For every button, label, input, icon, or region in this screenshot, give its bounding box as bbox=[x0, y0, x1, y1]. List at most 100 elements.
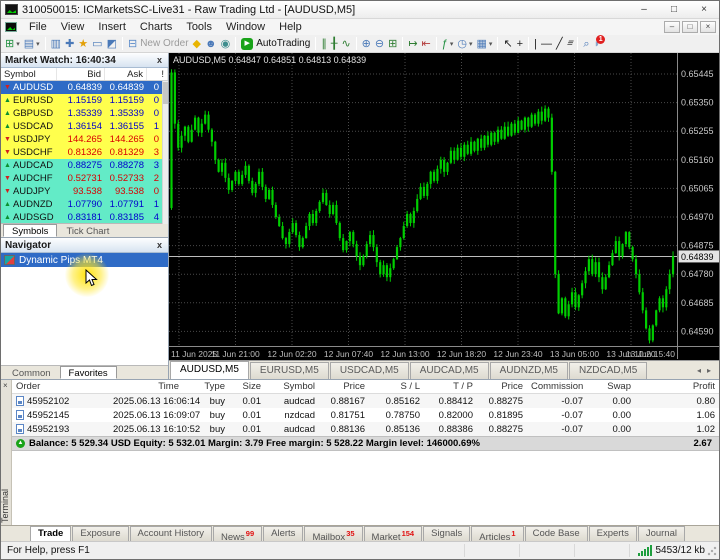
tile-windows-button[interactable]: ⊞ bbox=[386, 36, 399, 52]
market-watch-row[interactable]: ▼ AUDCHF 0.52731 0.52733 2 bbox=[1, 172, 168, 185]
navigator-tab-common[interactable]: Common bbox=[3, 366, 60, 379]
navigator-item[interactable]: Dynamic Pips MT4 bbox=[1, 253, 168, 267]
navigator-toggle[interactable]: ★ bbox=[76, 36, 90, 52]
minimize-button[interactable]: – bbox=[629, 1, 659, 18]
indicators-button[interactable]: ƒ ▾ bbox=[440, 36, 456, 52]
navigator-close-icon[interactable]: x bbox=[155, 240, 164, 250]
price-chart[interactable]: 0.65445 0.65350 0.65255 0.65160 0.65065 0.649… bbox=[169, 53, 720, 360]
orders-col-commission[interactable]: Commission bbox=[527, 381, 587, 392]
child-minimize-button[interactable]: – bbox=[664, 21, 680, 33]
market-watch-row[interactable]: ▼ AUDJPY 93.538 93.538 0 bbox=[1, 185, 168, 198]
resize-grip[interactable] bbox=[706, 545, 718, 557]
cursor-button[interactable]: ↖ bbox=[501, 36, 514, 52]
market-watch-row[interactable]: ▲ AUDCAD 0.88275 0.88278 3 bbox=[1, 159, 168, 172]
scroll-right-icon[interactable]: ▸ bbox=[707, 366, 711, 375]
zoom-in-button[interactable]: ⊕ bbox=[360, 36, 373, 52]
market-watch-scrollbar[interactable] bbox=[162, 81, 168, 224]
menu-insert[interactable]: Insert bbox=[91, 20, 133, 34]
new-chart-button[interactable]: ⊞ ▾ bbox=[3, 36, 22, 52]
market-watch-close-icon[interactable]: x bbox=[155, 55, 164, 65]
line-chart-button[interactable]: ∿ bbox=[339, 36, 352, 52]
mw-col-[interactable]: ! bbox=[147, 68, 168, 80]
profiles-button[interactable]: ▤ ▾ bbox=[22, 36, 42, 52]
orders-col-type[interactable]: Type bbox=[183, 381, 229, 392]
search-button[interactable]: ⌕ bbox=[581, 36, 591, 52]
order-row[interactable]: 45952145 2025.06.13 16:09:07 buy 0.01 nzdcad… bbox=[12, 408, 719, 422]
terminal-tab-market[interactable]: Market154 bbox=[363, 526, 423, 543]
chart-tab-eurusdm5[interactable]: EURUSD,M5 bbox=[249, 362, 329, 379]
terminal-close-icon[interactable]: × bbox=[3, 381, 8, 390]
mw-col-bid[interactable]: Bid bbox=[57, 68, 105, 80]
menu-view[interactable]: View bbox=[54, 20, 92, 34]
orders-col-size[interactable]: Size bbox=[229, 381, 265, 392]
orders-col-price[interactable]: Price bbox=[319, 381, 369, 392]
terminal-tab-mailbox[interactable]: Mailbox35 bbox=[304, 526, 363, 543]
chart-tab-nzdcadm5[interactable]: NZDCAD,M5 bbox=[568, 362, 648, 379]
terminal-tab-trade[interactable]: Trade bbox=[30, 526, 72, 541]
menu-charts[interactable]: Charts bbox=[133, 20, 179, 34]
candlestick-chart-button[interactable]: ╂ bbox=[329, 36, 340, 52]
chart-tab-audusdm5[interactable]: AUDUSD,M5 bbox=[170, 361, 249, 379]
market-watch-toggle[interactable]: ▥ bbox=[49, 36, 63, 52]
terminal-tab-journal[interactable]: Journal bbox=[637, 526, 685, 541]
scroll-left-icon[interactable]: ◂ bbox=[697, 366, 701, 375]
orders-col-symbol[interactable]: Symbol bbox=[265, 381, 319, 392]
market-watch-tab-symbols[interactable]: Symbols bbox=[3, 224, 58, 237]
orders-col-price[interactable]: Price bbox=[477, 381, 527, 392]
mw-col-ask[interactable]: Ask bbox=[105, 68, 147, 80]
crosshair-button[interactable]: + bbox=[515, 36, 525, 52]
menu-help[interactable]: Help bbox=[272, 20, 309, 34]
market-watch-row[interactable]: ▲ EURUSD 1.15159 1.15159 0 bbox=[1, 94, 168, 107]
menu-window[interactable]: Window bbox=[219, 20, 272, 34]
market-watch-row[interactable]: ▼ USDJPY 144.265 144.265 0 bbox=[1, 133, 168, 146]
fibonacci-button[interactable]: ≡ bbox=[565, 36, 575, 52]
orders-col-swap[interactable]: Swap bbox=[587, 381, 635, 392]
autotrading-button[interactable]: ▶ AutoTrading bbox=[239, 36, 312, 52]
market-watch-row[interactable]: ▼ USDCHF 0.81326 0.81329 3 bbox=[1, 146, 168, 159]
chart-shift-button[interactable]: ⇤ bbox=[420, 36, 433, 52]
orders-col-order[interactable]: Order bbox=[12, 381, 109, 392]
orders-col-time[interactable]: Time bbox=[109, 381, 183, 392]
navigator-tab-favorites[interactable]: Favorites bbox=[59, 366, 117, 379]
market-watch-row[interactable]: ▼ AUDUSD 0.64839 0.64839 0 bbox=[1, 81, 168, 94]
templates-button[interactable]: ▦ ▾ bbox=[475, 36, 495, 52]
maximize-button[interactable]: □ bbox=[659, 1, 689, 18]
order-row[interactable]: 45952193 2025.06.13 16:10:52 buy 0.01 audcad… bbox=[12, 422, 719, 436]
market-watch-row[interactable]: ▲ AUDSGD 0.83181 0.83185 4 bbox=[1, 211, 168, 223]
menu-file[interactable]: File bbox=[22, 20, 54, 34]
terminal-tab-alerts[interactable]: Alerts bbox=[263, 526, 304, 541]
new-order-button[interactable]: ⊟ New Order bbox=[126, 36, 191, 52]
mw-col-symbol[interactable]: Symbol bbox=[1, 68, 57, 80]
horizontal-line-button[interactable]: — bbox=[539, 36, 554, 52]
terminal-tab-news[interactable]: News99 bbox=[213, 526, 263, 543]
metaeditor-button[interactable]: ◆ bbox=[191, 36, 203, 52]
terminal-toggle[interactable]: ▭ bbox=[90, 36, 104, 52]
market-watch-tab-tick-chart[interactable]: Tick Chart bbox=[57, 224, 118, 237]
chart-tab-usdcadm5[interactable]: USDCAD,M5 bbox=[329, 362, 409, 379]
data-window-toggle[interactable]: ✚ bbox=[63, 36, 76, 52]
orders-col-sl[interactable]: S / L bbox=[369, 381, 424, 392]
chart-tab-audnzdm5[interactable]: AUDNZD,M5 bbox=[489, 362, 568, 379]
market-watch-row[interactable]: ▲ USDCAD 1.36154 1.36155 1 bbox=[1, 120, 168, 133]
metaquotes-id-button[interactable]: ☻ bbox=[203, 36, 219, 52]
orders-col-tp[interactable]: T / P bbox=[424, 381, 477, 392]
market-watch-row[interactable]: ▲ GBPUSD 1.35339 1.35339 0 bbox=[1, 107, 168, 120]
terminal-tab-exposure[interactable]: Exposure bbox=[72, 526, 129, 541]
vertical-line-button[interactable]: | bbox=[532, 36, 539, 52]
market-watch-row[interactable]: ▲ AUDNZD 1.07790 1.07791 1 bbox=[1, 198, 168, 211]
menu-tools[interactable]: Tools bbox=[179, 20, 219, 34]
chart-tab-audcadm5[interactable]: AUDCAD,M5 bbox=[409, 362, 489, 379]
bar-chart-button[interactable]: ∥ bbox=[319, 36, 329, 52]
terminal-tab-signals[interactable]: Signals bbox=[423, 526, 471, 541]
terminal-tab-code-base[interactable]: Code Base bbox=[524, 526, 588, 541]
trendline-button[interactable]: ╱ bbox=[554, 36, 565, 52]
chat-button[interactable]: ◗ 1 bbox=[592, 35, 606, 52]
terminal-tab-account-history[interactable]: Account History bbox=[129, 526, 213, 541]
terminal-tab-articles[interactable]: Articles1 bbox=[471, 526, 524, 543]
child-restore-button[interactable]: □ bbox=[682, 21, 698, 33]
zoom-out-button[interactable]: ⊖ bbox=[373, 36, 386, 52]
orders-col-profit[interactable]: Profit bbox=[635, 381, 719, 392]
auto-scroll-button[interactable]: ↦ bbox=[406, 36, 419, 52]
terminal-tab-experts[interactable]: Experts bbox=[588, 526, 637, 541]
strategy-tester-toggle[interactable]: ◩ bbox=[105, 36, 119, 52]
